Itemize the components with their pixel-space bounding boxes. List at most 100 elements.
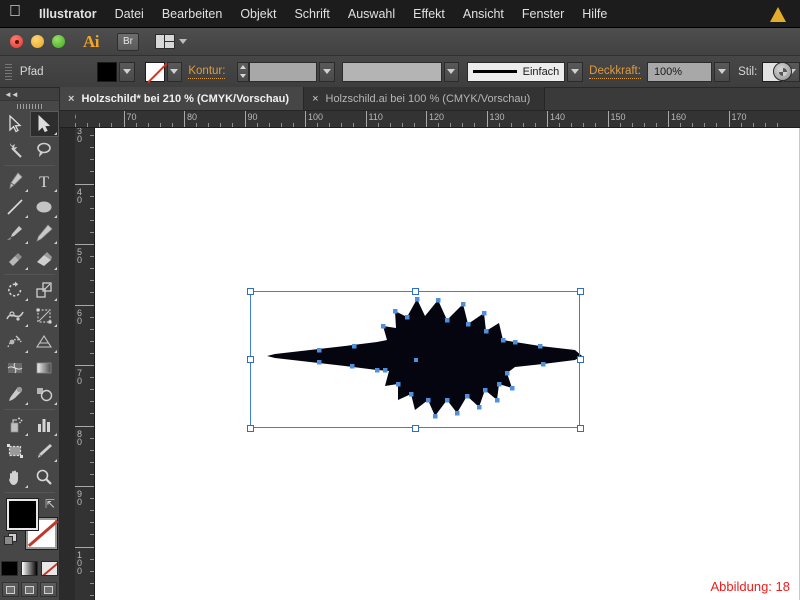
blob-brush-tool[interactable] bbox=[0, 246, 30, 272]
fill-color-well[interactable] bbox=[6, 498, 39, 531]
selection-handle-n[interactable] bbox=[412, 288, 419, 295]
default-fill-stroke-icon[interactable] bbox=[4, 533, 17, 546]
eyedropper-tool[interactable] bbox=[0, 381, 30, 407]
stroke-color-swatch[interactable] bbox=[144, 61, 168, 83]
color-mode-button[interactable] bbox=[1, 561, 18, 576]
zoom-tool[interactable] bbox=[30, 464, 60, 490]
ruler-tick-label: 90 bbox=[247, 112, 258, 122]
ruler-minor-tick bbox=[559, 123, 561, 127]
apple-logo-icon[interactable]:  bbox=[0, 4, 30, 23]
lasso-tool[interactable] bbox=[30, 137, 60, 163]
menu-item-datei[interactable]: Datei bbox=[106, 0, 153, 28]
zoom-window-button[interactable] bbox=[52, 35, 65, 48]
yellow-triangle-icon[interactable] bbox=[770, 6, 786, 22]
arrange-documents-button[interactable] bbox=[155, 34, 187, 49]
menu-item-hilfe[interactable]: Hilfe bbox=[573, 0, 616, 28]
document-tab-holzschild-active[interactable]: × Holzschild* bei 210 % (CMYK/Vorschau) bbox=[60, 87, 305, 110]
document-canvas[interactable]: Abbildung: 18 bbox=[95, 128, 800, 600]
ellipse-tool[interactable] bbox=[30, 194, 60, 220]
ruler-minor-tick bbox=[90, 292, 94, 294]
none-mode-button[interactable] bbox=[41, 561, 58, 576]
column-graph-tool[interactable] bbox=[30, 412, 60, 438]
paintbrush-tool[interactable] bbox=[0, 220, 30, 246]
stroke-color-dropdown[interactable] bbox=[166, 61, 183, 82]
opacity-label[interactable]: Deckkraft: bbox=[589, 64, 641, 79]
type-tool[interactable]: T bbox=[30, 168, 60, 194]
fill-color-dropdown[interactable] bbox=[118, 61, 135, 82]
rotate-tool[interactable] bbox=[0, 277, 30, 303]
close-icon[interactable]: × bbox=[312, 93, 318, 105]
full-screen-mode-button[interactable] bbox=[40, 582, 57, 597]
double-chevron-left-icon[interactable]: ◄◄ bbox=[4, 90, 19, 99]
selection-handle-sw[interactable] bbox=[247, 425, 254, 432]
stroke-style-dropdown[interactable] bbox=[567, 61, 584, 82]
swap-fill-stroke-icon[interactable]: ⇱ bbox=[45, 497, 55, 511]
control-bar-grip[interactable] bbox=[5, 63, 12, 80]
selection-handle-se[interactable] bbox=[577, 425, 584, 432]
pen-tool[interactable] bbox=[0, 168, 30, 194]
vertical-ruler[interactable]: 30 40 50 60 70 80 90 100 bbox=[75, 128, 95, 600]
blend-tool[interactable] bbox=[30, 381, 60, 407]
close-window-button[interactable] bbox=[10, 35, 23, 48]
pencil-tool[interactable] bbox=[30, 220, 60, 246]
line-segment-tool[interactable] bbox=[0, 194, 30, 220]
menu-item-objekt[interactable]: Objekt bbox=[231, 0, 285, 28]
free-transform-tool[interactable] bbox=[30, 303, 60, 329]
selection-handle-ne[interactable] bbox=[577, 288, 584, 295]
document-tab-holzschild-ai[interactable]: × Holzschild.ai bei 100 % (CMYK/Vorschau… bbox=[304, 87, 546, 110]
selection-handle-w[interactable] bbox=[247, 356, 254, 363]
hand-tool[interactable] bbox=[0, 464, 30, 490]
tools-panel-grip[interactable] bbox=[0, 101, 59, 111]
stroke-weight-input[interactable] bbox=[249, 61, 317, 82]
gradient-tool[interactable] bbox=[30, 355, 60, 381]
panel-options-icon[interactable] bbox=[773, 62, 792, 81]
selection-bounding-box[interactable] bbox=[247, 288, 584, 432]
ruler-minor-tick bbox=[438, 123, 440, 127]
selection-handle-nw[interactable] bbox=[247, 288, 254, 295]
shape-builder-tool[interactable] bbox=[0, 329, 30, 355]
stroke-weight-label[interactable]: Kontur: bbox=[188, 64, 226, 79]
arrange-documents-icon bbox=[155, 34, 175, 49]
tools-panel-header[interactable]: ◄◄ bbox=[0, 88, 59, 101]
magic-wand-tool[interactable] bbox=[0, 137, 30, 163]
scale-tool[interactable] bbox=[30, 277, 60, 303]
stroke-profile-dropdown[interactable] bbox=[443, 61, 460, 82]
opacity-input[interactable]: 100% bbox=[646, 61, 713, 82]
menu-item-bearbeiten[interactable]: Bearbeiten bbox=[153, 0, 231, 28]
menu-item-ansicht[interactable]: Ansicht bbox=[454, 0, 513, 28]
stroke-weight-dropdown[interactable] bbox=[318, 61, 335, 82]
direct-selection-tool[interactable] bbox=[29, 111, 59, 137]
ruler-minor-tick bbox=[90, 219, 94, 221]
menu-item-schrift[interactable]: Schrift bbox=[285, 0, 338, 28]
bridge-button[interactable]: Br bbox=[117, 32, 139, 51]
artboard-tool[interactable] bbox=[0, 438, 30, 464]
ruler-minor-tick bbox=[232, 123, 234, 127]
eraser-tool[interactable] bbox=[30, 246, 60, 272]
selection-tool[interactable] bbox=[0, 111, 30, 137]
symbol-sprayer-tool[interactable] bbox=[0, 412, 30, 438]
close-icon[interactable]: × bbox=[68, 93, 74, 105]
opacity-dropdown[interactable] bbox=[714, 61, 731, 82]
fill-color-swatch[interactable] bbox=[97, 61, 117, 82]
minimize-window-button[interactable] bbox=[31, 35, 44, 48]
slice-tool[interactable] bbox=[30, 438, 60, 464]
menu-item-effekt[interactable]: Effekt bbox=[404, 0, 454, 28]
perspective-grid-tool[interactable] bbox=[30, 329, 60, 355]
menu-item-fenster[interactable]: Fenster bbox=[513, 0, 573, 28]
menu-item-illustrator[interactable]: Illustrator bbox=[30, 0, 106, 28]
gradient-mode-button[interactable] bbox=[21, 561, 38, 576]
normal-screen-mode-button[interactable] bbox=[2, 582, 19, 597]
selection-handle-s[interactable] bbox=[412, 425, 419, 432]
menu-item-auswahl[interactable]: Auswahl bbox=[339, 0, 404, 28]
ruler-minor-tick bbox=[90, 352, 94, 354]
selection-handle-e[interactable] bbox=[577, 356, 584, 363]
mesh-tool[interactable] bbox=[0, 355, 30, 381]
stroke-profile-input[interactable] bbox=[342, 61, 442, 82]
width-tool[interactable] bbox=[0, 303, 30, 329]
ruler-minor-tick bbox=[413, 123, 415, 127]
stroke-style-display[interactable]: Einfach bbox=[467, 61, 566, 82]
stroke-weight-stepper[interactable] bbox=[237, 61, 250, 82]
full-screen-menubar-mode-button[interactable] bbox=[21, 582, 38, 597]
horizontal-ruler[interactable]: 60 70 80 90 100 110 120 130 140 150 160 170 bbox=[75, 111, 800, 128]
ruler-minor-tick bbox=[90, 582, 94, 584]
